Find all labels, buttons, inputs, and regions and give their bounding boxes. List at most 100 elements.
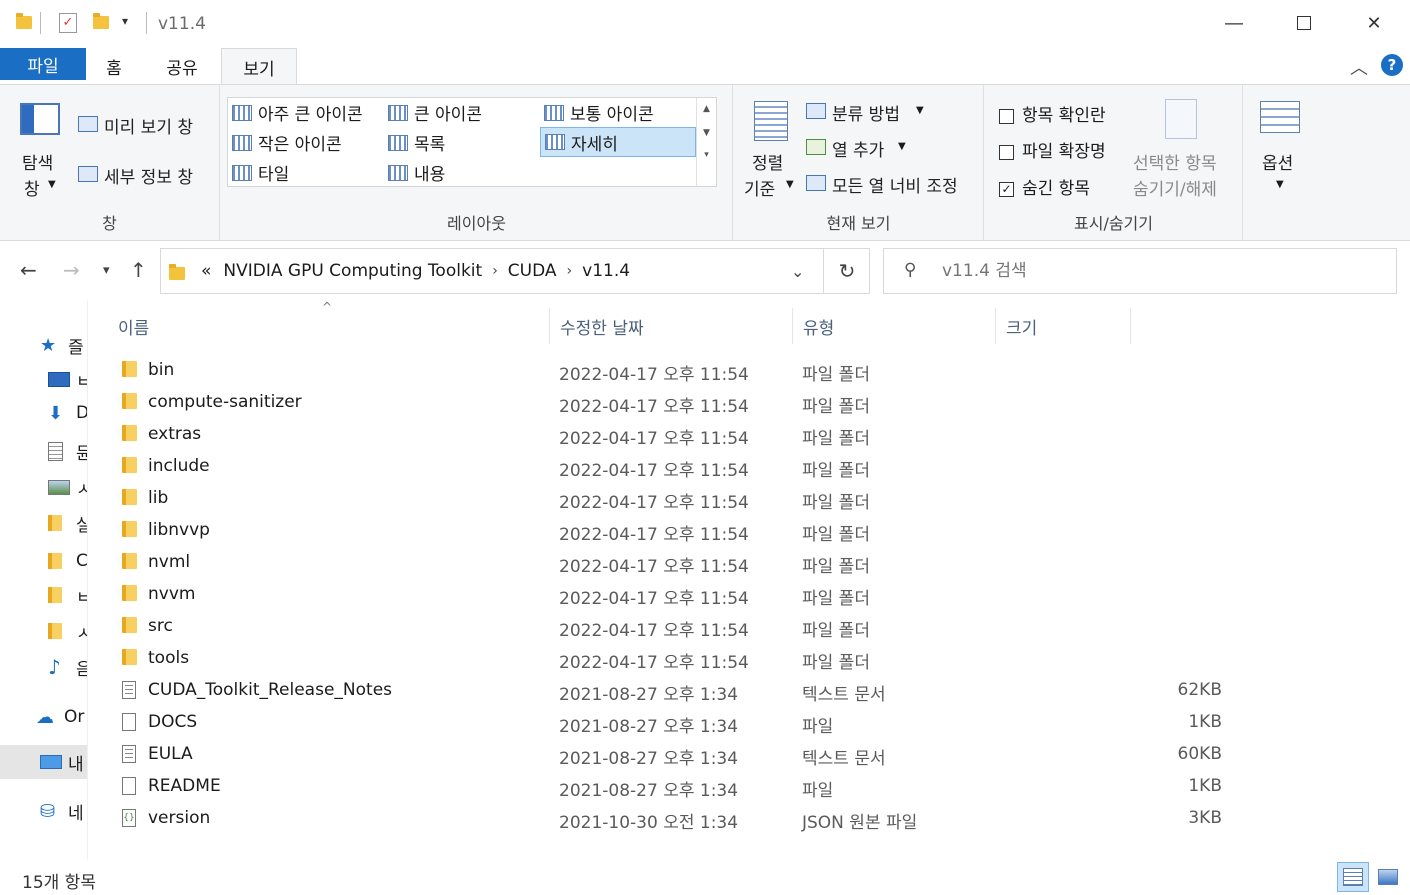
sidebar-item[interactable]: ㅂ xyxy=(0,362,87,396)
details-view-icon xyxy=(1343,868,1363,886)
sidebar-item[interactable]: 듄 xyxy=(0,434,87,468)
up-button[interactable]: ↑ xyxy=(130,258,147,282)
breadcrumb-cuda[interactable]: CUDA xyxy=(508,261,557,281)
search-input[interactable] xyxy=(942,261,1362,281)
layout-scroll[interactable]: ▲ ▼ ▾ xyxy=(696,98,716,186)
customize-toolbar-icon[interactable]: ▾ xyxy=(122,14,128,28)
layout-tiles[interactable]: 타일 xyxy=(232,160,289,185)
file-row[interactable]: nvvm 2022-04-17 오후 11:54 파일 폴더 xyxy=(112,578,1222,610)
column-header-name[interactable]: 이름 xyxy=(108,308,550,344)
expand-gallery-icon[interactable]: ▾ xyxy=(697,150,716,160)
small-icons-icon xyxy=(232,134,252,151)
collapse-ribbon-icon[interactable]: ︿ xyxy=(1350,54,1368,80)
tab-view[interactable]: 보기 xyxy=(221,48,297,85)
chevron-right-icon[interactable]: › xyxy=(567,263,573,279)
folder-icon[interactable] xyxy=(16,13,32,29)
column-header-date[interactable]: 수정한 날짜 xyxy=(550,308,793,344)
sidebar-item[interactable]: C xyxy=(0,544,87,578)
back-button[interactable]: ← xyxy=(20,258,37,282)
close-button[interactable]: ✕ xyxy=(1339,0,1409,46)
details-view-button[interactable] xyxy=(1337,862,1369,892)
file-row[interactable]: include 2022-04-17 오후 11:54 파일 폴더 xyxy=(112,450,1222,482)
file-row[interactable]: {} version 2021-10-30 오전 1:34 JSON 원본 파일 3KB xyxy=(112,802,1222,834)
forward-button[interactable]: → xyxy=(63,258,80,282)
sidebar-item[interactable]: ㅂ xyxy=(0,578,87,612)
file-row[interactable]: EULA 2021-08-27 오후 1:34 텍스트 문서 60KB xyxy=(112,738,1222,770)
tab-share[interactable]: 공유 xyxy=(160,48,204,84)
layout-extra-large-icons[interactable]: 아주 큰 아이콘 xyxy=(232,100,363,125)
item-checkboxes-checkbox[interactable] xyxy=(999,108,1014,124)
new-folder-icon[interactable] xyxy=(93,13,109,29)
sort-by-button[interactable]: 정렬 기준 ▼ xyxy=(742,97,802,207)
breadcrumb-v11-4[interactable]: v11.4 xyxy=(582,261,630,281)
address-history-icon[interactable]: ⌄ xyxy=(791,262,804,281)
chevron-right-icon[interactable]: › xyxy=(492,263,498,279)
layout-list[interactable]: 목록 xyxy=(388,130,445,155)
size-columns-button[interactable]: 모든 열 너비 조정 xyxy=(804,171,982,199)
maximize-button[interactable] xyxy=(1269,0,1339,46)
file-row[interactable]: libnvvp 2022-04-17 오후 11:54 파일 폴더 xyxy=(112,514,1222,546)
hidden-items-checkbox[interactable]: ✓ xyxy=(999,181,1014,197)
minimize-button[interactable]: ― xyxy=(1199,0,1269,46)
file-row[interactable]: lib 2022-04-17 오후 11:54 파일 폴더 xyxy=(112,482,1222,514)
sidebar-item-label: 듄 xyxy=(76,439,87,464)
column-header-type[interactable]: 유형 xyxy=(793,308,996,344)
group-by-button[interactable]: 분류 방법 ▼ xyxy=(804,99,979,127)
sidebar-item[interactable]: ㅅ xyxy=(0,614,87,648)
details-pane-button[interactable]: 세부 정보 창 xyxy=(76,161,216,189)
refresh-button[interactable]: ↻ xyxy=(823,248,870,294)
hidden-items-toggle[interactable]: ✓ 숨긴 항목 xyxy=(999,174,1090,199)
tab-file[interactable]: 파일 xyxy=(0,48,86,80)
options-button[interactable]: 옵션 ▼ xyxy=(1248,97,1314,207)
layout-small-icons[interactable]: 작은 아이콘 xyxy=(232,130,342,155)
separator xyxy=(146,12,147,34)
layout-large-icons[interactable]: 큰 아이콘 xyxy=(388,100,482,125)
help-icon[interactable]: ? xyxy=(1381,54,1403,76)
add-columns-button[interactable]: 열 추가 ▼ xyxy=(804,135,979,163)
file-row[interactable]: tools 2022-04-17 오후 11:54 파일 폴더 xyxy=(112,642,1222,674)
file-row[interactable]: README 2021-08-27 오후 1:34 파일 1KB xyxy=(112,770,1222,802)
sidebar-item[interactable]: 내 xyxy=(0,745,87,779)
sidebar-item[interactable]: ⛁ 네 xyxy=(0,794,87,828)
file-row[interactable]: nvml 2022-04-17 오후 11:54 파일 폴더 xyxy=(112,546,1222,578)
layout-medium-icons[interactable]: 보통 아이콘 xyxy=(544,100,654,125)
sidebar-item[interactable]: ♪음 xyxy=(0,650,87,684)
large-icons-view-button[interactable] xyxy=(1372,862,1404,892)
navigation-pane-label-1: 탐색 xyxy=(22,154,54,174)
add-columns-label: 열 추가 xyxy=(832,141,885,161)
item-checkboxes-toggle[interactable]: 항목 확인란 xyxy=(999,101,1106,126)
address-bar[interactable]: « NVIDIA GPU Computing Toolkit › CUDA › … xyxy=(160,248,870,294)
file-row[interactable]: compute-sanitizer 2022-04-17 오후 11:54 파일 폴… xyxy=(112,386,1222,418)
hide-selected-button[interactable]: 선택한 항목 숨기기/해제 xyxy=(1131,97,1235,207)
file-row[interactable]: CUDA_Toolkit_Release_Notes 2021-08-27 오후 … xyxy=(112,674,1222,706)
scroll-down-icon[interactable]: ▼ xyxy=(697,128,716,138)
sidebar-item[interactable]: ☁ Or xyxy=(0,700,87,734)
sidebar-item[interactable]: 실 xyxy=(0,506,87,540)
properties-icon[interactable]: ✓ xyxy=(59,13,77,33)
file-extensions-checkbox[interactable] xyxy=(999,144,1014,160)
address-overflow[interactable]: « xyxy=(201,261,211,281)
search-box[interactable]: ⚲ xyxy=(883,248,1397,294)
file-extensions-label: 파일 확장명 xyxy=(1022,142,1106,162)
preview-pane-button[interactable]: 미리 보기 창 xyxy=(76,111,216,139)
file-extensions-toggle[interactable]: 파일 확장명 xyxy=(999,137,1106,162)
sidebar-item[interactable]: ㅅ xyxy=(0,470,87,504)
tab-home[interactable]: 홈 xyxy=(96,48,132,84)
column-header-size[interactable]: 크기 xyxy=(996,308,1131,344)
recent-locations-button[interactable]: ▾ xyxy=(103,263,110,278)
file-row[interactable]: extras 2022-04-17 오후 11:54 파일 폴더 xyxy=(112,418,1222,450)
sidebar-item[interactable]: ★ 즐 xyxy=(0,328,87,362)
column-size-label: 크기 xyxy=(1006,318,1038,339)
show-hide-group-label: 표시/숨기기 xyxy=(1074,214,1153,233)
breadcrumb-nvidia[interactable]: NVIDIA GPU Computing Toolkit xyxy=(223,261,482,281)
scroll-up-icon[interactable]: ▲ xyxy=(697,104,716,114)
file-row[interactable]: bin 2022-04-17 오후 11:54 파일 폴더 xyxy=(112,354,1222,386)
layout-details[interactable]: 자세히 xyxy=(540,127,696,157)
file-row[interactable]: DOCS 2021-08-27 오후 1:34 파일 1KB xyxy=(112,706,1222,738)
layout-content[interactable]: 내용 xyxy=(388,160,445,185)
navigation-pane-button[interactable]: 탐색 창 ▼ xyxy=(10,99,70,209)
folder-shape xyxy=(122,457,137,473)
file-row[interactable]: src 2022-04-17 오후 11:54 파일 폴더 xyxy=(112,610,1222,642)
sidebar-item[interactable]: ⬇ D xyxy=(0,396,87,430)
chevron-down-icon: ▼ xyxy=(1276,179,1284,190)
